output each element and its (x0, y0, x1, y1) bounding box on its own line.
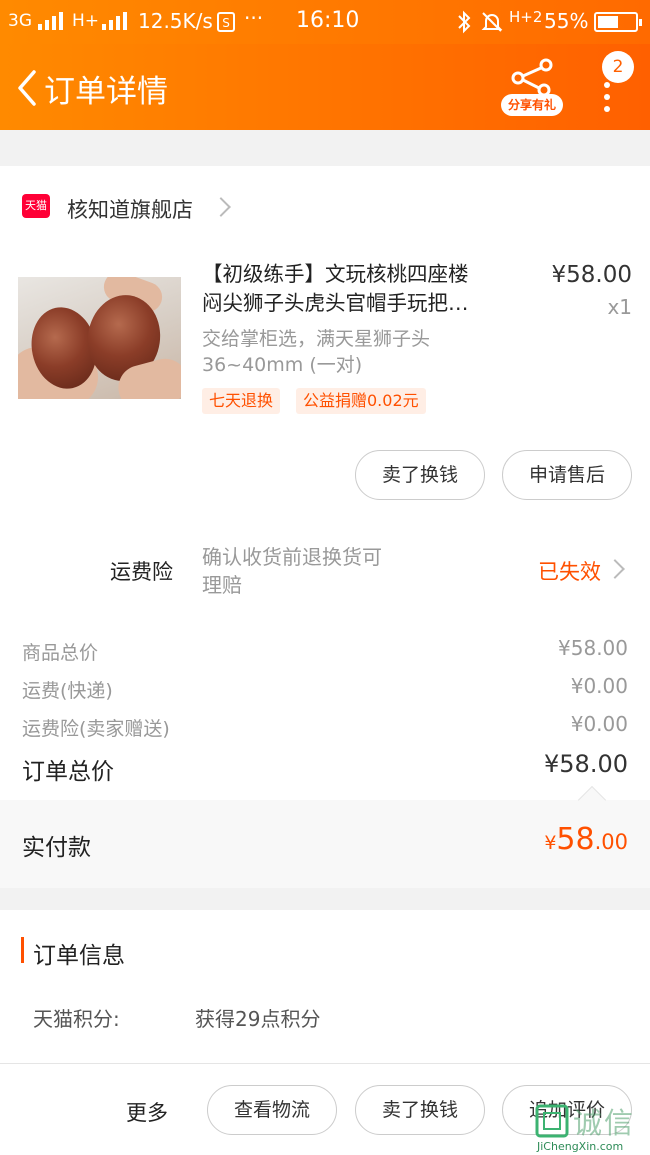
sim-icon: S (217, 12, 235, 32)
paid-label: 实付款 (22, 835, 91, 861)
tmall-logo: 天猫 (22, 194, 50, 218)
charity-tag: 公益捐赠0.02元 (296, 388, 426, 414)
more-menu-icon[interactable] (601, 76, 613, 128)
insurance-status[interactable]: 已失效 (538, 556, 601, 586)
clock: 16:10 (296, 8, 360, 33)
share-icon (511, 58, 553, 96)
share-button[interactable]: 分享有礼 (500, 56, 564, 120)
watermark-text: 诚信 (573, 1106, 636, 1140)
order-info-title: 订单信息 (33, 943, 125, 969)
chevron-right-icon (211, 197, 231, 217)
order-info-card (0, 910, 650, 1070)
watermark-icon (535, 1104, 569, 1138)
product-image[interactable] (18, 277, 181, 399)
watermark-url: JiChengXin.com (537, 1140, 624, 1153)
shipping-label: 运费(快递) (22, 680, 113, 702)
network-type-3: H+2 (509, 8, 543, 26)
section-accent-bar (21, 937, 24, 963)
shipping-value: ¥0.00 (570, 674, 628, 698)
insurance-fee-label: 运费险(卖家赠送) (22, 718, 170, 740)
sell-button[interactable]: 卖了换钱 (355, 450, 485, 500)
insurance-fee-value: ¥0.00 (570, 712, 628, 736)
return-policy-tag: 七天退换 (202, 388, 281, 414)
points-label: 天猫积分: (33, 1007, 120, 1031)
product-sku: 交给掌柜选，满天星狮子头 36~40mm (一对) (202, 328, 431, 376)
insurance-label: 运费险 (110, 560, 173, 584)
sell-bottom-button[interactable]: 卖了换钱 (355, 1085, 485, 1135)
more-actions-button[interactable]: 更多 (126, 1097, 168, 1127)
logistics-button[interactable]: 查看物流 (207, 1085, 337, 1135)
after-sales-button[interactable]: 申请售后 (502, 450, 632, 500)
paid-amount: ¥58.00 (544, 822, 628, 857)
status-bar: 3G H+ 12.5K/s S ··· 16:10 H+2 55% (0, 0, 650, 44)
insurance-desc: 确认收货前退换货可 理赔 (202, 545, 382, 597)
network-type-2: H+ (72, 11, 100, 31)
status-more: ··· (244, 6, 264, 30)
header: 订单详情 分享有礼 2 (0, 44, 650, 130)
svg-text:S: S (222, 16, 230, 30)
share-label: 分享有礼 (501, 94, 563, 116)
goods-total-label: 商品总价 (22, 642, 99, 664)
battery-percent: 55% (544, 9, 589, 33)
points-value: 获得29点积分 (195, 1007, 321, 1031)
page-title: 订单详情 (44, 74, 168, 110)
goods-total-value: ¥58.00 (558, 636, 628, 660)
order-total-value: ¥58.00 (544, 750, 628, 778)
back-arrow-icon[interactable] (12, 66, 48, 110)
battery-icon (594, 12, 642, 32)
net-speed: 12.5K/s (138, 9, 213, 33)
product-title[interactable]: 【初级练手】文玩核桃四座楼 闷尖狮子头虎头官帽手玩把… (202, 260, 517, 318)
shop-name: 核知道旗舰店 (67, 198, 193, 222)
watermark-logo: 诚信 JiChengXin.com (535, 1102, 647, 1154)
signal-icon (38, 12, 63, 30)
shop-row[interactable]: 天猫 核知道旗舰店 (0, 180, 650, 236)
mute-bell-icon (481, 12, 503, 32)
bluetooth-icon (458, 10, 471, 34)
order-total-label: 订单总价 (22, 759, 114, 785)
signal-icon (102, 12, 127, 30)
paid-row: 实付款 ¥58.00 (0, 800, 650, 888)
product-quantity: x1 (607, 295, 632, 319)
network-type: 3G (8, 11, 32, 31)
product-price: ¥58.00 (551, 262, 632, 288)
